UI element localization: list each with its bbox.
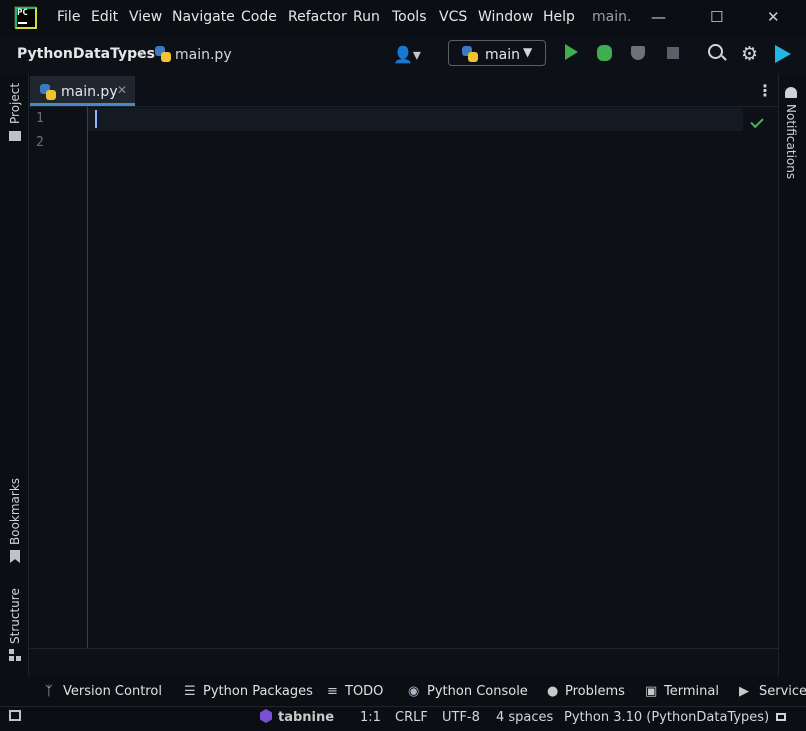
breadcrumb-file[interactable]: main.py — [175, 47, 232, 63]
menu-run[interactable]: Run — [353, 9, 380, 25]
code-with-me-icon[interactable] — [775, 45, 791, 63]
menu-navigate[interactable]: Navigate — [172, 9, 235, 25]
python-file-icon — [155, 46, 171, 62]
stop-icon[interactable] — [667, 47, 679, 59]
line-separator[interactable]: CRLF — [395, 710, 428, 725]
editor-tab-bar — [29, 74, 778, 107]
structure-icon — [9, 649, 21, 661]
toggle-tool-windows-icon[interactable] — [9, 710, 21, 721]
breadcrumb-separator-icon: › — [139, 44, 145, 62]
gear-icon[interactable]: ⚙ — [741, 43, 758, 65]
menu-file[interactable]: File — [57, 9, 80, 25]
services-icon: ▶ — [739, 684, 749, 699]
bookmarks-tool-button[interactable]: Bookmarks — [8, 478, 22, 545]
todo-tab[interactable]: TODO — [345, 684, 383, 699]
close-icon[interactable]: ✕ — [767, 8, 780, 26]
packages-icon: ☰ — [184, 684, 196, 699]
close-tab-icon[interactable]: ✕ — [117, 83, 127, 97]
problems-tab[interactable]: Problems — [565, 684, 625, 699]
tab-label: main.py — [61, 84, 118, 100]
menu-vcs[interactable]: VCS — [439, 9, 467, 25]
menu-view[interactable]: View — [129, 9, 162, 25]
breadcrumb-project[interactable]: PythonDataTypes — [17, 46, 155, 62]
bell-icon — [785, 87, 797, 98]
menu-edit[interactable]: Edit — [91, 9, 118, 25]
python-interpreter[interactable]: Python 3.10 (PythonDataTypes) — [564, 710, 769, 725]
pycharm-logo-icon: PC — [14, 6, 37, 29]
todo-icon: ≡ — [327, 684, 338, 699]
problems-icon: ● — [547, 684, 559, 699]
services-tab[interactable]: Services — [759, 684, 806, 699]
python-console-icon: ◉ — [408, 684, 420, 699]
left-tool-strip — [0, 74, 29, 676]
chevron-down-icon: ▼ — [523, 45, 533, 59]
window-title: main. — [592, 9, 632, 25]
menu-tools[interactable]: Tools — [392, 9, 427, 25]
menu-refactor[interactable]: Refactor — [288, 9, 347, 25]
terminal-icon: ▣ — [645, 684, 658, 699]
line-number: 2 — [36, 135, 44, 150]
caret-position[interactable]: 1:1 — [360, 710, 381, 725]
project-tool-button[interactable]: Project — [8, 83, 22, 124]
minimize-icon[interactable]: — — [651, 8, 666, 26]
search-icon[interactable] — [708, 44, 723, 59]
tabnine-status[interactable]: tabnine — [278, 710, 334, 725]
structure-tool-button[interactable]: Structure — [8, 588, 22, 644]
lock-icon[interactable] — [776, 713, 786, 721]
python-file-icon — [40, 84, 56, 100]
editor-breadcrumb-bar — [29, 648, 778, 677]
user-icon[interactable]: 👤▾ — [393, 45, 421, 64]
menu-help[interactable]: Help — [543, 9, 575, 25]
more-options-icon[interactable]: ⋮ — [757, 81, 773, 100]
run-icon[interactable] — [565, 44, 578, 60]
line-number-gutter — [29, 107, 88, 648]
text-caret — [95, 110, 97, 128]
notifications-tool-button[interactable]: Notifications — [784, 104, 798, 179]
file-encoding[interactable]: UTF-8 — [442, 710, 480, 725]
menu-window[interactable]: Window — [478, 9, 533, 25]
debug-bug-icon[interactable] — [597, 45, 612, 61]
current-line-highlight[interactable] — [88, 108, 743, 131]
python-packages-tab[interactable]: Python Packages — [203, 684, 313, 699]
run-configuration-label: main — [485, 47, 520, 63]
indent-setting[interactable]: 4 spaces — [496, 710, 553, 725]
line-number: 1 — [36, 111, 44, 126]
version-control-icon: ᛉ — [45, 684, 53, 699]
python-config-icon — [462, 46, 478, 62]
terminal-tab[interactable]: Terminal — [664, 684, 719, 699]
python-console-tab[interactable]: Python Console — [427, 684, 528, 699]
version-control-tab[interactable]: Version Control — [63, 684, 162, 699]
folder-icon — [9, 131, 21, 141]
checkmark-icon[interactable] — [750, 114, 764, 129]
menu-code[interactable]: Code — [241, 9, 277, 25]
maximize-icon[interactable]: ☐ — [710, 8, 723, 26]
run-with-coverage-icon[interactable] — [631, 46, 645, 60]
